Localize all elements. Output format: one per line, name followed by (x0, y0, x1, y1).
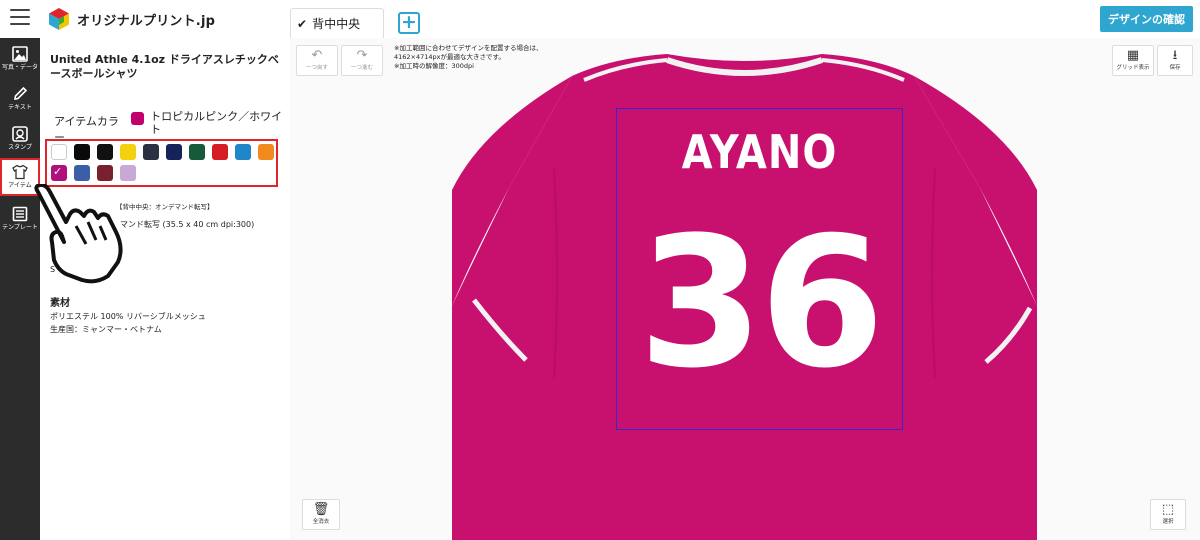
grid-toggle-button[interactable]: ▦ グリッド表示 (1112, 45, 1154, 76)
rail-item-photo[interactable]: 写真・データ (0, 40, 40, 78)
trash-icon: 🗑 (312, 502, 330, 517)
color-swatch[interactable] (97, 144, 113, 160)
add-tab-button[interactable]: + (398, 12, 420, 34)
clear-all-button[interactable]: 🗑 全消去 (302, 499, 340, 530)
color-swatch-grid: ✓ (45, 139, 278, 187)
design-canvas[interactable]: ↶ 一つ戻す ↷ 一つ進む ※加工範囲に合わせてデザインを配置する場合は、 41… (290, 38, 1200, 540)
save-button[interactable]: ⭳ 保存 (1157, 45, 1193, 76)
tab-label: 背中中央 (312, 17, 361, 31)
undo-button[interactable]: ↶ 一つ戻す (296, 45, 338, 76)
rail-label: スタンプ (8, 144, 32, 151)
product-title: United Athle 4.1oz ドライアスレチックベースボールシャツ (50, 53, 279, 80)
color-swatch[interactable] (120, 144, 136, 160)
selected-color-chip (131, 112, 145, 125)
color-swatch[interactable]: ✓ (51, 165, 67, 181)
color-swatch[interactable] (143, 144, 159, 160)
color-swatch[interactable] (97, 165, 113, 181)
selected-check-icon: ✓ (53, 165, 63, 178)
stamp-icon (12, 126, 28, 142)
image-icon (12, 46, 28, 62)
color-swatch[interactable] (189, 144, 205, 160)
material-heading: 素材 (50, 298, 70, 309)
material-fabric: ポリエステル 100% リバーシブルメッシュ (50, 312, 206, 321)
color-swatch[interactable] (74, 165, 90, 181)
cube-logo-icon (49, 8, 69, 30)
redo-button[interactable]: ↷ 一つ進む (341, 45, 383, 76)
select-button[interactable]: ⬚ 選択 (1150, 499, 1186, 530)
pointing-hand-cursor-icon (34, 184, 123, 284)
rail-label: 写真・データ (1, 64, 38, 71)
design-name-text[interactable]: AYANO (616, 127, 903, 180)
undo-icon: ↶ (311, 48, 323, 63)
check-icon: ✔ (297, 16, 308, 31)
design-number-text[interactable]: 36 (616, 204, 903, 404)
color-swatch[interactable] (51, 144, 67, 160)
logo-text: オリジナルプリント.jp (77, 13, 216, 29)
color-swatch[interactable] (120, 165, 136, 181)
rail-item-stamp[interactable]: スタンプ (0, 120, 40, 158)
select-marquee-icon: ⬚ (1161, 502, 1175, 517)
item-panel: United Athle 4.1oz ドライアスレチックベースボールシャツ アイ… (40, 38, 290, 540)
tool-rail: 写真・データ テキスト スタンプ アイテム テンプレート (0, 38, 40, 540)
color-swatch[interactable] (258, 144, 274, 160)
rail-item-text[interactable]: テキスト (0, 80, 40, 118)
site-logo[interactable]: オリジナルプリント.jp (47, 6, 215, 32)
print-location-info: 【背中中央：オンデマンド転写】 (116, 203, 214, 211)
material-origin: 生産国：ミャンマー・ベトナム (50, 325, 162, 334)
hamburger-menu-icon[interactable] (10, 9, 30, 25)
design-app: オリジナルプリント.jp デザインの確認 ✔ 背中中央 + 写真・データ テキス… (0, 0, 1200, 540)
design-confirm-button[interactable]: デザインの確認 (1100, 6, 1193, 32)
redo-icon: ↷ (356, 48, 368, 63)
pencil-icon (14, 86, 28, 100)
grid-icon: ▦ (1126, 48, 1140, 63)
color-swatch[interactable] (235, 144, 251, 160)
tab-back-center[interactable]: ✔ 背中中央 (290, 8, 384, 38)
print-size-info: マンド転写 (35.5 x 40 cm dpi:300) (120, 220, 255, 229)
rail-label: テキスト (8, 104, 32, 111)
top-bar: オリジナルプリント.jp デザインの確認 ✔ 背中中央 + (0, 0, 1200, 38)
download-icon: ⭳ (1172, 48, 1178, 63)
color-swatch[interactable] (212, 144, 228, 160)
color-swatch[interactable] (74, 144, 90, 160)
tshirt-icon (12, 164, 28, 180)
template-icon (12, 206, 28, 222)
color-swatch[interactable] (166, 144, 182, 160)
